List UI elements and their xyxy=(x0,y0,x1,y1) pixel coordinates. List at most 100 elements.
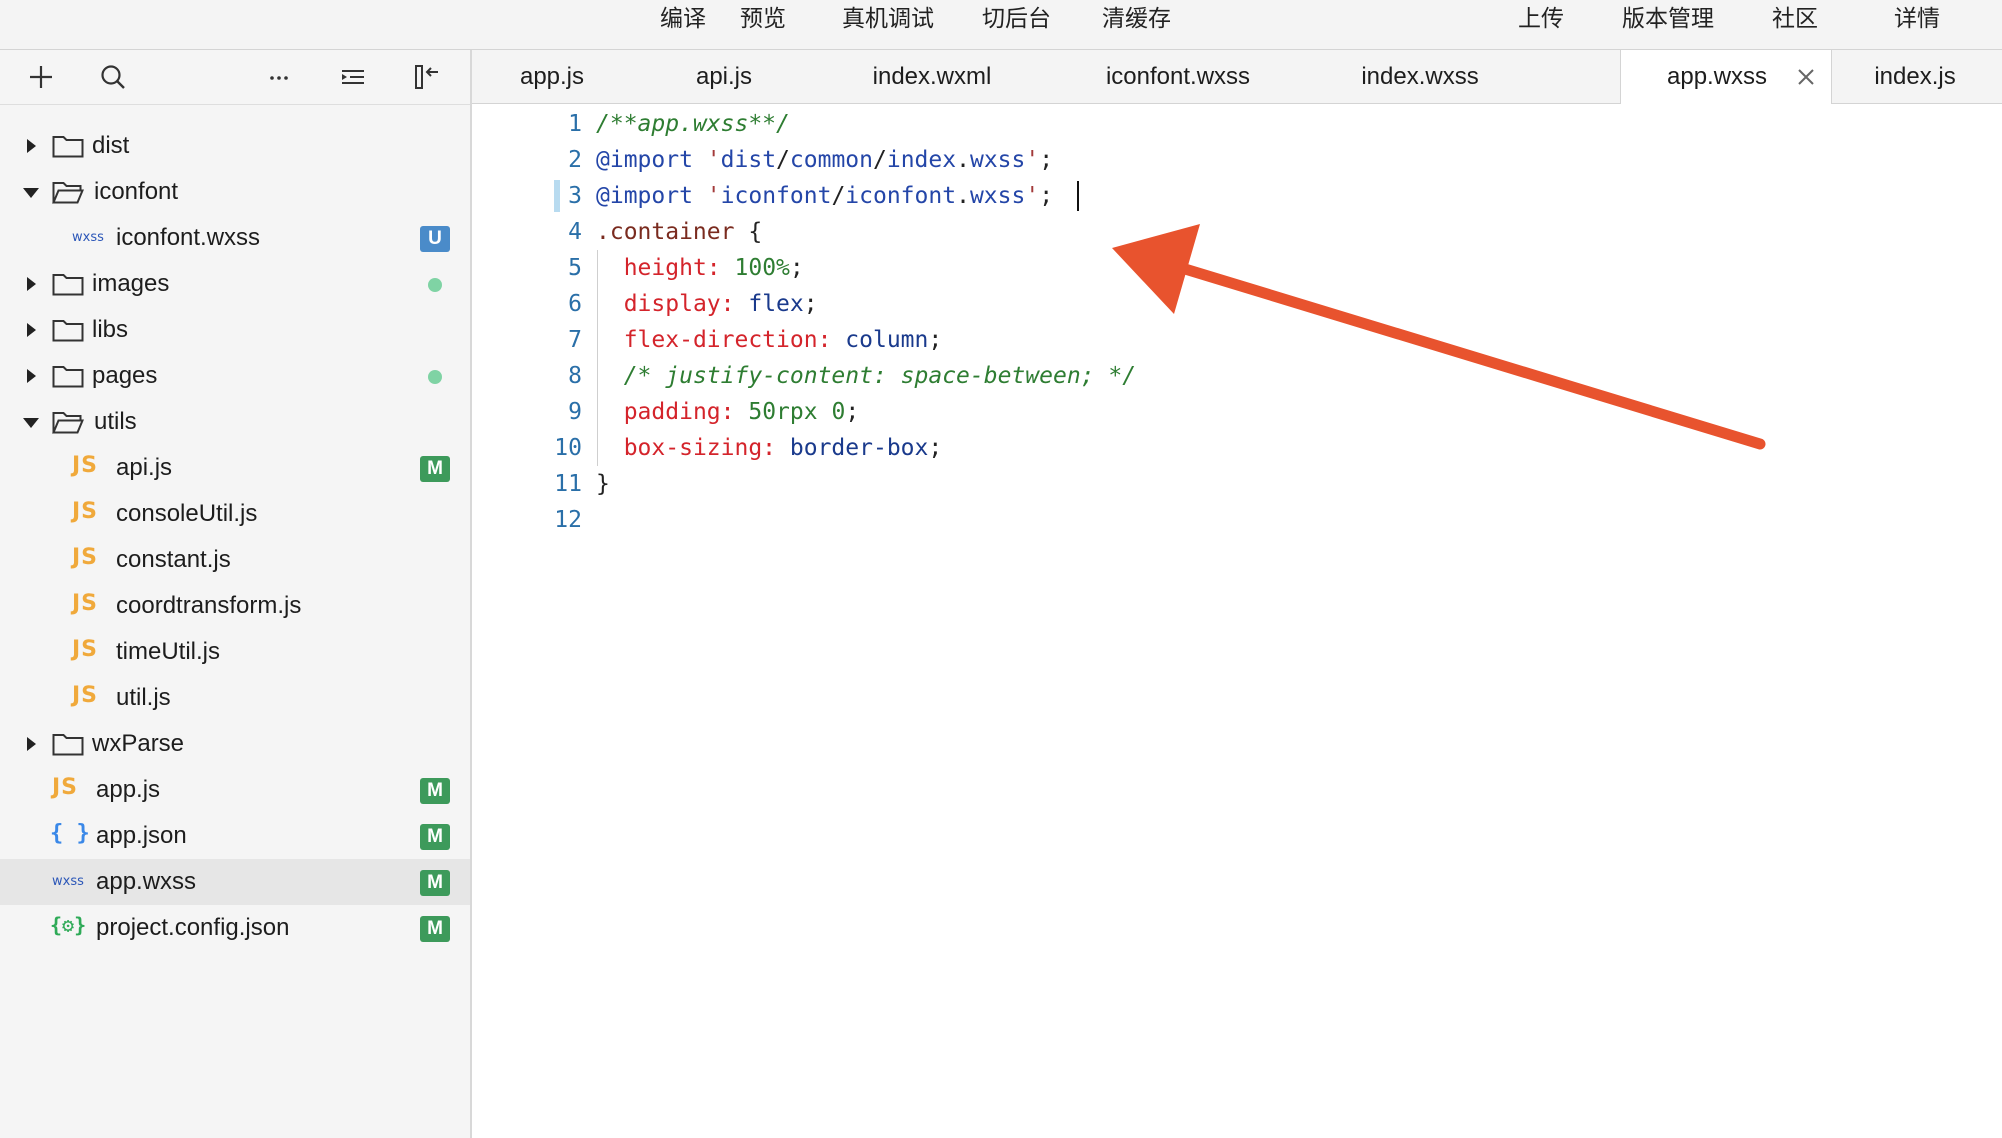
upload-button[interactable]: 上传 xyxy=(1518,2,1564,36)
tree-file-util-js[interactable]: JS util.js xyxy=(0,675,470,721)
js-file-icon: JS xyxy=(72,453,99,478)
collapse-sidebar-icon[interactable] xyxy=(410,60,444,94)
git-status-badge: M xyxy=(420,916,450,942)
folder-icon xyxy=(52,734,84,756)
tree-item-label: api.js xyxy=(116,454,173,481)
tab-label: index.wxml xyxy=(872,63,992,90)
tree-file-coordtransform-js[interactable]: JS coordtransform.js xyxy=(0,583,470,629)
tree-file-app-json[interactable]: { } app.json M xyxy=(0,813,470,859)
search-icon[interactable] xyxy=(96,60,130,94)
line-number: 4 xyxy=(568,219,582,245)
tree-item-label: pages xyxy=(92,362,158,389)
caret-right-icon[interactable] xyxy=(22,735,40,753)
compile-button[interactable]: 编译 xyxy=(660,2,706,36)
caret-right-icon[interactable] xyxy=(22,367,40,385)
tab-app-wxss[interactable]: app.wxss xyxy=(1620,50,1832,105)
code-line-4: .container { xyxy=(596,219,763,245)
tree-item-label: app.json xyxy=(96,822,187,849)
tree-file-iconfont-wxss[interactable]: wxss iconfont.wxss U xyxy=(0,215,470,261)
file-tree: dist iconfont wxss iconfont.wxss U image… xyxy=(0,123,470,951)
tab-label: api.js xyxy=(695,63,753,90)
code-line-3: @import 'iconfont/iconfont.wxss'; xyxy=(596,183,1054,209)
top-toolbar: 编译 预览 真机调试 切后台 清缓存 上传 版本管理 社区 详情 xyxy=(0,0,2002,50)
js-file-icon: JS xyxy=(72,591,99,616)
tab-iconfont-wxss[interactable]: iconfont.wxss xyxy=(1048,50,1308,104)
line-number: 2 xyxy=(568,147,582,173)
tree-file-constant-js[interactable]: JS constant.js xyxy=(0,537,470,583)
add-icon[interactable] xyxy=(24,60,58,94)
code-line-5: height: 100%; xyxy=(623,255,804,281)
caret-right-icon[interactable] xyxy=(22,137,40,155)
git-status-badge: M xyxy=(420,456,450,482)
tree-file-project-config-json[interactable]: {⚙} project.config.json M xyxy=(0,905,470,951)
more-icon[interactable] xyxy=(262,60,296,94)
git-status-badge: M xyxy=(420,870,450,896)
tree-item-label: constant.js xyxy=(116,546,231,573)
tab-label: index.js xyxy=(1874,63,1956,90)
tree-item-label: project.config.json xyxy=(96,914,290,941)
tree-folder-pages[interactable]: pages xyxy=(0,353,470,399)
caret-right-icon[interactable] xyxy=(22,275,40,293)
tree-folder-wxparse[interactable]: wxParse xyxy=(0,721,470,767)
tree-item-label: utils xyxy=(94,408,137,435)
details-button[interactable]: 详情 xyxy=(1894,2,1940,36)
tab-app-js[interactable]: app.js xyxy=(472,50,632,104)
js-file-icon: JS xyxy=(72,637,99,662)
tab-index-js[interactable]: index.js xyxy=(1832,50,1998,104)
caret-down-icon[interactable] xyxy=(22,183,40,201)
version-management-button[interactable]: 版本管理 xyxy=(1622,2,1714,36)
line-number: 1 xyxy=(568,111,582,137)
line-number: 7 xyxy=(568,327,582,353)
tree-item-label: util.js xyxy=(116,684,171,711)
tree-item-label: app.wxss xyxy=(96,868,197,895)
line-number: 6 xyxy=(568,291,582,317)
tree-file-timeutil-js[interactable]: JS timeUtil.js xyxy=(0,629,470,675)
tree-item-label: images xyxy=(92,270,170,297)
clear-cache-button[interactable]: 清缓存 xyxy=(1102,2,1171,36)
outline-icon[interactable] xyxy=(336,60,370,94)
code-line-7: flex-direction: column; xyxy=(623,327,943,353)
wxss-file-icon: wxss xyxy=(72,230,104,245)
preview-button[interactable]: 预览 xyxy=(740,2,786,36)
tree-file-app-wxss[interactable]: wxss app.wxss M xyxy=(0,859,470,905)
tab-index-wxml[interactable]: index.wxml xyxy=(816,50,1048,104)
code-line-10: box-sizing: border-box; xyxy=(623,435,943,461)
community-button[interactable]: 社区 xyxy=(1772,2,1818,36)
code-editor[interactable]: 1 2 3 4 5 6 7 8 9 10 11 12 /**app.wxss**… xyxy=(472,104,2002,1138)
js-file-icon: JS xyxy=(72,683,99,708)
changes-indicator-dot xyxy=(428,370,442,384)
tab-label: index.wxss xyxy=(1361,63,1479,90)
caret-right-icon[interactable] xyxy=(22,321,40,339)
annotation-arrow-icon xyxy=(1112,224,1766,450)
tab-api-js[interactable]: api.js xyxy=(632,50,816,104)
tree-file-app-js[interactable]: JS app.js M xyxy=(0,767,470,813)
tree-folder-libs[interactable]: libs xyxy=(0,307,470,353)
remote-debug-button[interactable]: 真机调试 xyxy=(842,2,934,36)
tab-index-wxss[interactable]: index.wxss xyxy=(1308,50,1532,104)
tree-file-api-js[interactable]: JS api.js M xyxy=(0,445,470,491)
tab-label: app.js xyxy=(519,63,585,90)
folder-icon xyxy=(52,320,84,342)
tree-item-label: iconfont.wxss xyxy=(116,224,261,251)
tree-folder-utils[interactable]: utils xyxy=(0,399,470,445)
tree-folder-dist[interactable]: dist xyxy=(0,123,470,169)
folder-open-icon xyxy=(52,182,84,204)
git-status-badge: M xyxy=(420,778,450,804)
tree-folder-images[interactable]: images xyxy=(0,261,470,307)
json-file-icon: { } xyxy=(50,821,90,846)
switch-background-button[interactable]: 切后台 xyxy=(982,2,1051,36)
caret-down-icon[interactable] xyxy=(22,413,40,431)
code-line-11: } xyxy=(596,471,610,497)
tree-item-label: app.js xyxy=(96,776,161,803)
git-status-badge: M xyxy=(420,824,450,850)
tree-folder-iconfont[interactable]: iconfont xyxy=(0,169,470,215)
tree-file-consoleutil-js[interactable]: JS consoleUtil.js xyxy=(0,491,470,537)
tab-label: iconfont.wxss xyxy=(1105,63,1251,90)
line-number: 8 xyxy=(568,363,582,389)
close-icon[interactable] xyxy=(1797,68,1815,86)
file-explorer: dist iconfont wxss iconfont.wxss U image… xyxy=(0,50,472,1138)
code-line-1: /**app.wxss**/ xyxy=(596,111,790,137)
tree-item-label: wxParse xyxy=(92,730,185,757)
js-file-icon: JS xyxy=(52,775,79,800)
line-number: 5 xyxy=(568,255,582,281)
